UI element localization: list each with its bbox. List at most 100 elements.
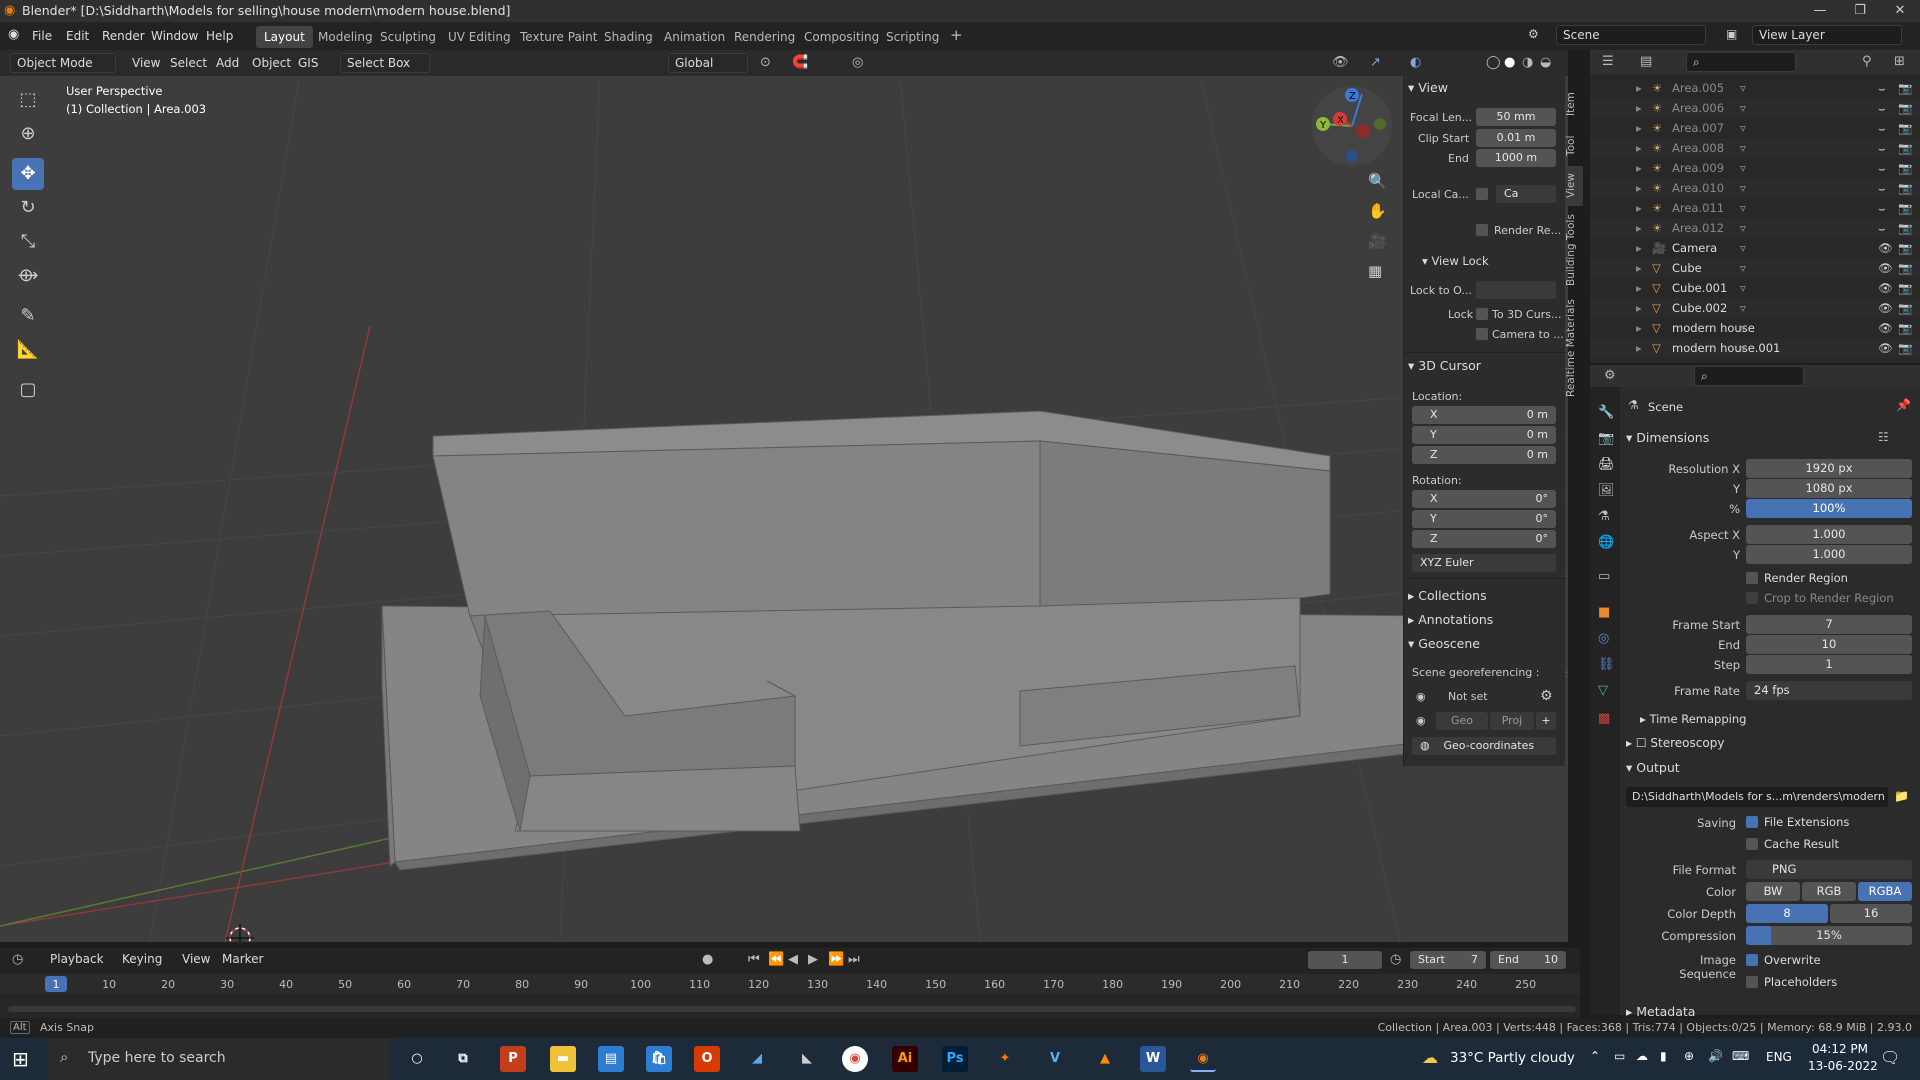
menu-view[interactable]: View (126, 54, 166, 72)
proportional-edit-icon[interactable]: ◎ (852, 55, 863, 70)
notifications-icon[interactable]: 🗨 (1880, 1048, 1900, 1067)
visibility-eye-icon[interactable]: ⌣ (1878, 78, 1886, 98)
outliner-row[interactable]: ▸ 🎥 Camera ▿ 👁 📷 (1590, 238, 1920, 258)
visibility-eye-icon[interactable]: 👁 (1878, 258, 1893, 278)
expand-arrow-icon[interactable]: ▸ (1636, 178, 1642, 198)
pivot-icon[interactable]: ⊙ (760, 55, 771, 70)
cursor-rotation-y[interactable]: Y 0° (1412, 510, 1556, 528)
render-camera-icon[interactable]: 📷 (1898, 258, 1912, 278)
visibility-eye-icon[interactable]: 👁 (1878, 238, 1893, 258)
frame-rate-dropdown[interactable]: 24 fps (1746, 681, 1912, 700)
expand-arrow-icon[interactable]: ▸ (1636, 238, 1642, 258)
store-icon[interactable]: 🛍 (646, 1046, 672, 1072)
tray-keyboard-icon[interactable]: ⌨ (1732, 1049, 1749, 1063)
outliner-row[interactable]: ▸ ☀ Area.012 ▿ ⌣ 📷 (1590, 218, 1920, 238)
preview-range-icon[interactable]: ◷ (1390, 952, 1401, 967)
expand-arrow-icon[interactable]: ▸ (1636, 118, 1642, 138)
visibility-eye-icon[interactable]: ⌣ (1878, 198, 1886, 218)
file-explorer-icon[interactable]: ▬ (550, 1046, 576, 1072)
render-camera-icon[interactable]: 📷 (1898, 158, 1912, 178)
object-mode-dropdown[interactable]: Object Mode (10, 53, 116, 73)
expand-arrow-icon[interactable]: ▸ (1636, 338, 1642, 358)
tray-cloud-icon[interactable]: ☁ (1636, 1049, 1648, 1063)
outliner-row[interactable]: ▸ ▽ Cube ▿ 👁 📷 (1590, 258, 1920, 278)
expand-arrow-icon[interactable]: ▸ (1636, 138, 1642, 158)
camera-view-icon[interactable]: 🎥 (1368, 232, 1387, 250)
blender-taskbar-icon[interactable]: ◉ (1190, 1046, 1216, 1072)
expand-arrow-icon[interactable]: ▸ (1636, 298, 1642, 318)
app-icon-gray[interactable]: ◣ (794, 1046, 820, 1072)
tab-item[interactable]: Item (1565, 84, 1583, 124)
scene-selector[interactable]: Scene (1556, 25, 1706, 45)
render-region-prop-checkbox[interactable] (1746, 572, 1758, 584)
marker-menu[interactable]: Marker (216, 950, 269, 968)
resolution-y-field[interactable]: 1080 px (1746, 479, 1912, 498)
rotation-mode-dropdown[interactable]: XYZ Euler (1412, 554, 1556, 572)
cache-result-checkbox[interactable] (1746, 838, 1758, 850)
visibility-eye-icon[interactable]: ⌣ (1878, 178, 1886, 198)
outliner-editor-icon[interactable]: ☰ (1602, 54, 1614, 69)
timeline-view-menu[interactable]: View (176, 950, 216, 968)
frame-end-field[interactable]: 10 (1746, 635, 1912, 654)
outliner-item-name[interactable]: Cube.002 (1672, 298, 1727, 318)
tab-texture-paint[interactable]: Texture Paint (512, 26, 605, 48)
camera-to-view-checkbox[interactable] (1476, 328, 1488, 340)
gizmo-icon[interactable]: ↗ (1370, 55, 1381, 70)
file-format-dropdown[interactable]: PNG (1746, 860, 1912, 879)
zoom-icon[interactable]: 🔍 (1368, 172, 1387, 190)
rendered-shading-icon[interactable]: ◒ (1540, 55, 1551, 70)
output-section-header[interactable]: ▾ Output (1626, 760, 1680, 775)
physics-props-icon[interactable]: ◎ (1598, 631, 1609, 646)
current-frame-field[interactable]: 1 (1308, 951, 1382, 969)
add-workspace-icon[interactable]: + (942, 24, 971, 46)
tab-uv-editing[interactable]: UV Editing (440, 26, 519, 48)
tab-sculpting[interactable]: Sculpting (372, 26, 444, 48)
app-icon-blue[interactable]: ◢ (744, 1046, 770, 1072)
color-depth-16-button[interactable]: 16 (1830, 904, 1912, 923)
snap-icon[interactable]: 🧲 (792, 55, 808, 70)
maximize-icon[interactable]: ❐ (1840, 0, 1880, 22)
visibility-eye-icon[interactable]: ⌣ (1878, 138, 1886, 158)
word-icon[interactable]: W (1140, 1046, 1166, 1072)
visibility-eye-icon[interactable]: ⌣ (1878, 98, 1886, 118)
tab-layout[interactable]: Layout (256, 26, 313, 48)
view-section-header[interactable]: ▾ View (1408, 80, 1448, 95)
start-frame-field[interactable]: Start 7 (1410, 951, 1486, 969)
outliner-item-name[interactable]: Area.012 (1672, 218, 1724, 238)
visibility-eye-icon[interactable]: ⌣ (1878, 158, 1886, 178)
render-camera-icon[interactable]: 📷 (1898, 298, 1912, 318)
ortho-grid-icon[interactable]: ▦ (1368, 262, 1382, 280)
menu-file[interactable]: File (26, 27, 58, 45)
outliner-item-name[interactable]: Area.009 (1672, 158, 1724, 178)
task-view-icon[interactable]: ⧉ (450, 1046, 476, 1072)
pin-icon[interactable]: 📌 (1896, 398, 1911, 412)
outliner-row[interactable]: ▸ ☀ Area.007 ▿ ⌣ 📷 (1590, 118, 1920, 138)
cursor-location-y[interactable]: Y0 m (1412, 426, 1556, 444)
render-camera-icon[interactable]: 📷 (1898, 338, 1912, 358)
outliner-search-input[interactable]: ⌕ (1686, 52, 1796, 72)
photoshop-icon[interactable]: Ps (942, 1046, 968, 1072)
new-collection-icon[interactable]: ⊞ (1894, 54, 1905, 69)
tab-building-tools[interactable]: Building Tools (1565, 210, 1583, 290)
keying-menu[interactable]: Keying (116, 950, 168, 968)
outliner-item-name[interactable]: Area.008 (1672, 138, 1724, 158)
close-icon[interactable]: ✕ (1880, 0, 1920, 22)
language-indicator[interactable]: ENG (1766, 1050, 1792, 1064)
collection-props-icon[interactable]: ▭ (1598, 569, 1610, 584)
next-keyframe-icon[interactable]: ⏩ (828, 952, 844, 967)
clock-date[interactable]: 13-06-2022 (1808, 1059, 1878, 1073)
crop-region-checkbox[interactable] (1746, 592, 1758, 604)
outliner-item-name[interactable]: modern house.001 (1672, 338, 1780, 358)
select-box-tool-icon[interactable]: ⬚ (12, 84, 44, 116)
file-extensions-checkbox[interactable] (1746, 816, 1758, 828)
add-cube-tool-icon[interactable]: ▢ (12, 374, 44, 406)
view-layer-props-icon[interactable]: 🖼 (1598, 483, 1615, 498)
overlay-icon[interactable]: ◐ (1410, 55, 1421, 70)
folder-icon[interactable]: 📁 (1894, 789, 1909, 803)
geoscene-section-header[interactable]: ▾ Geoscene (1408, 636, 1480, 651)
presets-icon[interactable]: ☷ (1878, 430, 1889, 444)
expand-arrow-icon[interactable]: ▸ (1636, 218, 1642, 238)
tab-rendering[interactable]: Rendering (726, 26, 803, 48)
world-props-icon[interactable]: 🌐 (1598, 535, 1614, 550)
render-props-icon[interactable]: 📷 (1598, 431, 1614, 446)
